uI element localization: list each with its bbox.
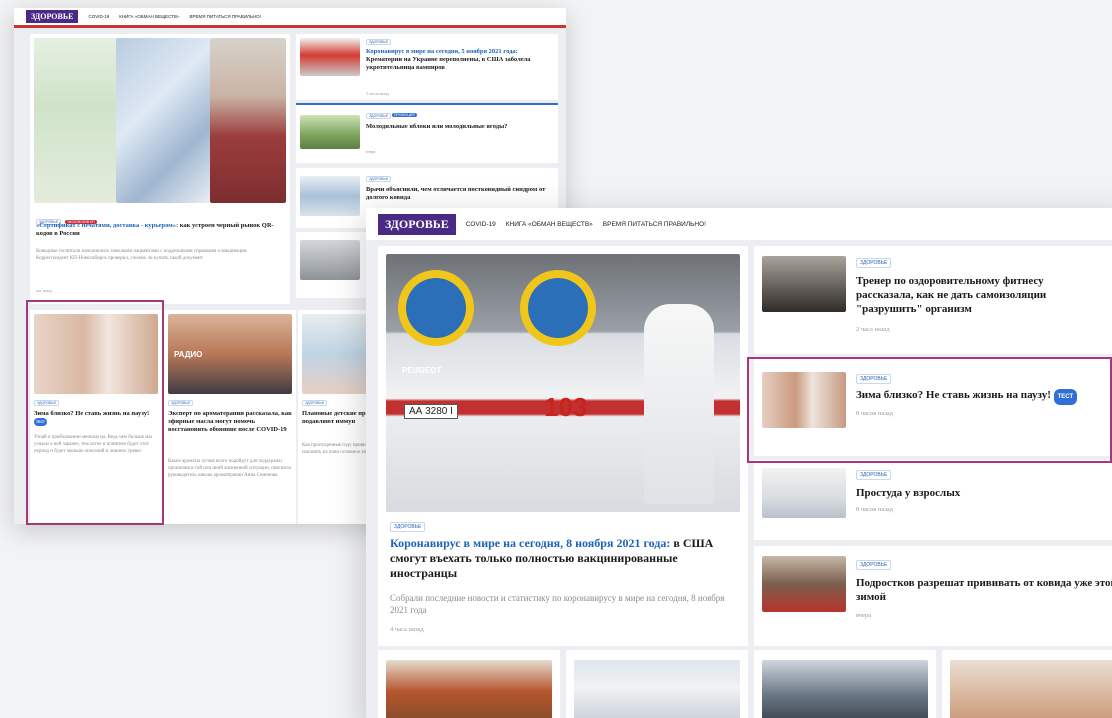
back-card-3-tag[interactable]: ЗДОРОВЬЕ [302, 400, 328, 406]
front-main-article[interactable]: PEUGEOT АА 3280 I 103 ЗДОРОВЬЕ Коронавир… [378, 246, 748, 646]
front-main-title: Коронавирус в мире на сегодня, 8 ноября … [390, 536, 730, 581]
front-side-item-teens[interactable]: ЗДОРОВЬЕ Подростков разрешат прививать о… [754, 546, 1112, 646]
front-side-item-cold[interactable]: ЗДОРОВЬЕ Простуда у взрослых 8 часов наз… [754, 460, 1112, 540]
lab-thumb [300, 240, 360, 280]
front-side-tag-3[interactable]: ЗДОРОВЬЕ [856, 470, 892, 480]
nurse-image [574, 660, 740, 718]
front-side-title-3[interactable]: Простуда у взрослых [856, 486, 1106, 500]
front-bottom-card-2[interactable] [566, 650, 748, 718]
child-thermometer-image [950, 660, 1112, 718]
medic-in-protective-suit [644, 304, 714, 504]
front-nav-covid[interactable]: COVID-19 [466, 221, 496, 228]
star-of-life-left [398, 270, 474, 346]
front-side-title-2: Зима близко? Не ставь жизнь на паузу! ТЕ… [856, 388, 1106, 405]
back-side-time-2: вчера [366, 149, 376, 154]
back-header: ЗДОРОВЬЕ COVID-19 КНИГА «ОБМАН ВЕЩЕСТВ» … [14, 8, 566, 28]
front-page-screenshot: ЗДОРОВЬЕ COVID-19 КНИГА «ОБМАН ВЕЩЕСТВ» … [366, 208, 1112, 718]
front-side-time-3: 8 часов назад [856, 506, 893, 513]
front-nav-food[interactable]: ВРЕМЯ ПИТАТЬСЯ ПРАВИЛЬНО! [603, 221, 706, 228]
back-nav-covid[interactable]: COVID-19 [88, 14, 109, 19]
front-bottom-card-1[interactable] [378, 650, 560, 718]
back-card-1-title-text[interactable]: Зима близко? Не ставь жизнь на паузу! [34, 410, 149, 417]
ambulances-thumb [300, 38, 360, 76]
back-side-title-1: Коронавирус в мире на сегодня, 5 ноября … [366, 48, 552, 72]
front-logo[interactable]: ЗДОРОВЬЕ [378, 213, 456, 235]
front-side-time-4: вчера [856, 612, 872, 619]
back-side-tag-promo[interactable]: ПРОМОЦИЯ [392, 113, 417, 117]
back-card-2-tag[interactable]: ЗДОРОВЬЕ [168, 400, 194, 406]
back-nav-book[interactable]: КНИГА «ОБМАН ВЕЩЕСТВ» [119, 14, 179, 19]
back-card-2-title[interactable]: Эксперт по ароматерапии рассказала, как … [168, 410, 292, 434]
back-side-tag-2[interactable]: ЗДОРОВЬЕ [366, 113, 392, 119]
star-of-life-right [520, 270, 596, 346]
front-side-title-1[interactable]: Тренер по оздоровительному фитнесу расск… [856, 274, 1096, 316]
back-main-time: час назад [36, 288, 52, 293]
woman-photo [210, 38, 286, 203]
back-side-title-2[interactable]: Молодильные яблоки или молодильные ягоды… [366, 123, 546, 131]
license-plate: АА 3280 I [404, 404, 458, 419]
test-badge: ТЕСТ [34, 418, 48, 426]
woman-mirror-image [34, 314, 158, 394]
back-card-2-desc: Какие ароматы лучше всего подойдут для п… [168, 459, 291, 478]
woman-mirror-thumb [762, 372, 846, 428]
back-side-title-1-rest: Крематории на Украине переполнены, в США… [366, 56, 531, 71]
back-main-desc: Ковидные госпитали наполнились тяжелыми … [36, 249, 248, 261]
front-main-tag[interactable]: ЗДОРОВЬЕ [390, 522, 426, 532]
fitness-thumb [762, 256, 846, 312]
certificate-image [116, 38, 210, 203]
back-logo[interactable]: ЗДОРОВЬЕ [26, 10, 79, 23]
vehicle-brand: PEUGEOT [402, 366, 442, 375]
front-side-time-2: 8 часов назад [856, 410, 893, 417]
soup-image [386, 660, 552, 718]
sick-man-thumb [762, 468, 846, 518]
front-header: ЗДОРОВЬЕ COVID-19 КНИГА «ОБМАН ВЕЩЕСТВ» … [366, 208, 1112, 240]
doctors-thumb [300, 176, 360, 216]
back-main-article[interactable]: ЗДОРОВЬЕ ЭКСКЛЮЗИВ КП «Сертификат с печа… [30, 34, 290, 304]
ambulance-number: 103 [544, 392, 588, 422]
back-nav-food[interactable]: ВРЕМЯ ПИТАТЬСЯ ПРАВИЛЬНО! [190, 14, 261, 19]
back-side-tag-3[interactable]: ЗДОРОВЬЕ [366, 176, 392, 182]
back-main-title[interactable]: «Сертификат с печатями, доставка - курье… [36, 222, 276, 238]
front-side-tag-2[interactable]: ЗДОРОВЬЕ [856, 374, 892, 384]
back-card-1-tag[interactable]: ЗДОРОВЬЕ [34, 400, 60, 406]
back-card-menopause[interactable]: ЗДОРОВЬЕ Зима близко? Не ставь жизнь на … [30, 310, 162, 524]
front-main-time: 4 часа назад [390, 626, 424, 633]
back-card-1-title: Зима близко? Не ставь жизнь на паузу! ТЕ… [34, 410, 158, 426]
back-card-aroma[interactable]: РАДИО ЗДОРОВЬЕ Эксперт по ароматерапии р… [164, 310, 296, 524]
apples-thumb [300, 115, 360, 149]
teen-vaccination-thumb [762, 556, 846, 612]
back-side-item-1[interactable]: ЗДОРОВЬЕ Коронавирус в мире на сегодня, … [296, 34, 558, 100]
ambulance-photo: PEUGEOT АА 3280 I 103 [386, 254, 740, 512]
front-side-tag-4[interactable]: ЗДОРОВЬЕ [856, 560, 892, 570]
front-side-time-1: 2 часа назад [856, 326, 890, 333]
front-test-badge: ТЕСТ [1053, 389, 1078, 405]
front-bottom-card-4[interactable] [942, 650, 1112, 718]
front-side-title-2-text[interactable]: Зима близко? Не ставь жизнь на паузу! [856, 389, 1051, 401]
front-side-tag-1[interactable]: ЗДОРОВЬЕ [856, 258, 892, 268]
front-main-desc: Собрали последние новости и статистику п… [390, 593, 725, 615]
front-nav-book[interactable]: КНИГА «ОБМАН ВЕЩЕСТВ» [506, 221, 593, 228]
back-side-item-2[interactable]: ЗДОРОВЬЕ ПРОМОЦИЯ Молодильные яблоки или… [296, 103, 558, 163]
chat-screenshot-image [34, 38, 116, 203]
back-side-title-3[interactable]: Врачи объяснили, чем отличается посткови… [366, 186, 546, 202]
back-side-tag-1[interactable]: ЗДОРОВЬЕ [366, 39, 392, 45]
back-side-time-1: 5 часов назад [366, 91, 389, 96]
back-main-title-link[interactable]: «Сертификат с печатями, доставка - курье… [36, 222, 178, 229]
front-side-item-menopause[interactable]: ЗДОРОВЬЕ Зима близко? Не ставь жизнь на … [754, 358, 1112, 456]
front-side-item-fitness[interactable]: ЗДОРОВЬЕ Тренер по оздоровительному фитн… [754, 246, 1112, 354]
front-main-title-link[interactable]: Коронавирус в мире на сегодня, 8 ноября … [390, 536, 670, 550]
radio-sign: РАДИО [174, 350, 203, 359]
back-side-title-1-link[interactable]: Коронавирус в мире на сегодня, 5 ноября … [366, 48, 518, 55]
front-side-title-4[interactable]: Подростков разрешат прививать от ковида … [856, 576, 1112, 604]
front-bottom-card-3[interactable] [754, 650, 936, 718]
back-card-1-desc: Узнай о приближении менопаузы. Ведь чем … [34, 435, 152, 454]
child-mask-image [762, 660, 928, 718]
